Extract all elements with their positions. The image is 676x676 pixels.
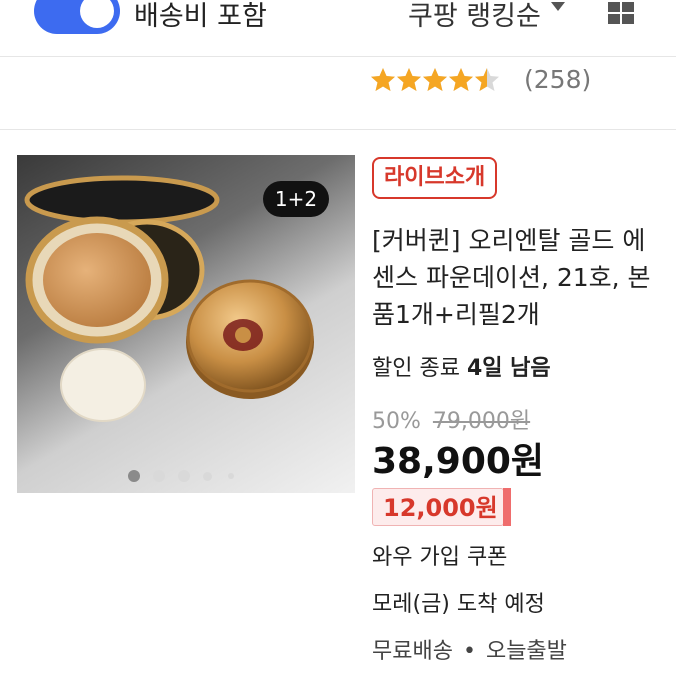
carousel-dot[interactable] — [178, 470, 190, 482]
star-icon — [371, 68, 395, 91]
carousel-dot[interactable] — [153, 470, 165, 482]
coupon-edge — [503, 488, 511, 526]
carousel-dot[interactable] — [203, 471, 212, 481]
carousel-dot[interactable] — [228, 473, 234, 479]
toggle-knob — [80, 0, 114, 28]
free-shipping: 무료배송 — [372, 639, 453, 664]
filter-bar: 배송비 포함 쿠팡 랭킹순 — [0, 0, 676, 57]
star-icon — [449, 68, 473, 91]
star-icon — [475, 68, 499, 91]
coupon-description: 와우 가입 쿠폰 — [372, 545, 508, 570]
arrival-estimate: 모레(금) 도착 예정 — [372, 592, 545, 617]
shipping-toggle-label[interactable]: 배송비 포함 — [134, 0, 267, 33]
shipping-toggle[interactable] — [34, 0, 120, 34]
product-title[interactable]: [커버퀸] 오리엔탈 골드 에센스 파운데이션, 21호, 본품1개+리필2개 — [372, 222, 662, 333]
star-icon — [423, 68, 447, 91]
live-intro-tag: 라이브소개 — [372, 157, 498, 199]
bundle-badge: 1+2 — [263, 181, 329, 217]
rating-row: (258) — [0, 57, 676, 130]
star-icon — [397, 68, 421, 91]
sale-timer: 할인 종료 4일 남음 — [372, 350, 551, 382]
shipping-info: 무료배송 • 오늘출발 — [372, 633, 567, 665]
ships-today: 오늘출발 — [485, 639, 567, 664]
timer-value: 4일 남음 — [466, 356, 551, 381]
review-count[interactable]: (258) — [524, 65, 591, 94]
coupon-badge: 12,000원 — [372, 488, 504, 526]
carousel-dot[interactable] — [128, 470, 140, 482]
sort-dropdown[interactable]: 쿠팡 랭킹순 — [408, 0, 541, 33]
grid-view-icon[interactable] — [606, 0, 636, 24]
caret-down-icon[interactable] — [551, 2, 565, 11]
timer-prefix: 할인 종료 — [372, 356, 460, 381]
sale-price: 38,900원 — [372, 441, 545, 482]
discount-row: 50% 79,000원 — [372, 403, 530, 435]
bullet-separator: • — [462, 639, 476, 664]
discount-rate: 50% — [372, 409, 421, 434]
original-price: 79,000원 — [432, 409, 531, 434]
